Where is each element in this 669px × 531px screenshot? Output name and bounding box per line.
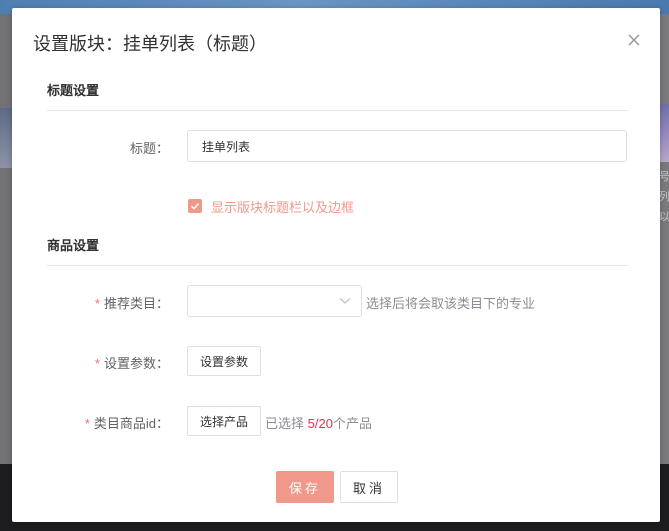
title-input[interactable]: [187, 130, 627, 162]
section-title-settings: 标题设置: [47, 83, 100, 98]
selected-prefix: 已选择: [265, 416, 308, 431]
background-side-text: 以: [659, 211, 669, 223]
selected-count: 5/20: [307, 416, 333, 431]
product-id-label: * 类目商品id：: [19, 413, 169, 432]
save-button[interactable]: 保存: [276, 471, 334, 503]
background-left-strip: [0, 14, 12, 464]
section-divider: [47, 265, 628, 266]
dialog-title: 设置版块：挂单列表（标题）: [33, 34, 267, 54]
checkbox-checked[interactable]: [188, 199, 202, 213]
check-icon: [190, 203, 200, 210]
background-side-text: 号: [659, 171, 669, 183]
cancel-button[interactable]: 取消: [340, 471, 398, 503]
required-mark: *: [94, 356, 100, 371]
selected-suffix: 个产品: [332, 416, 372, 431]
select-product-button[interactable]: 选择产品: [187, 406, 262, 436]
category-label: * 推荐类目：: [19, 293, 169, 312]
section-divider: [47, 110, 628, 111]
category-select[interactable]: [187, 285, 362, 317]
section-product-settings: 商品设置: [47, 238, 100, 253]
title-label: 标题：: [129, 141, 169, 156]
close-button[interactable]: [624, 30, 644, 50]
category-label-text: 推荐类目：: [103, 296, 169, 311]
background-left-image: [0, 108, 12, 168]
required-mark: *: [94, 296, 100, 311]
settings-dialog: 设置版块：挂单列表（标题） 标题设置 标题： 显示版块标题栏以及边框 商品设置 …: [12, 8, 660, 522]
show-border-label: 显示版块标题栏以及边框: [211, 199, 355, 215]
params-label: * 设置参数：: [19, 353, 169, 372]
product-id-label-text: 类目商品id：: [93, 416, 169, 431]
show-border-checkbox[interactable]: 显示版块标题栏以及边框: [188, 198, 355, 215]
required-mark: *: [84, 416, 90, 431]
selected-products-status: 已选择 5/20个产品: [265, 413, 372, 432]
chevron-down-icon: [339, 298, 351, 304]
close-icon: [628, 34, 640, 46]
params-label-text: 设置参数：: [103, 356, 169, 371]
category-hint: 选择后将会取该类目下的专业: [366, 296, 536, 311]
background-side-text: 列: [659, 191, 669, 203]
set-params-button[interactable]: 设置参数: [187, 346, 262, 376]
